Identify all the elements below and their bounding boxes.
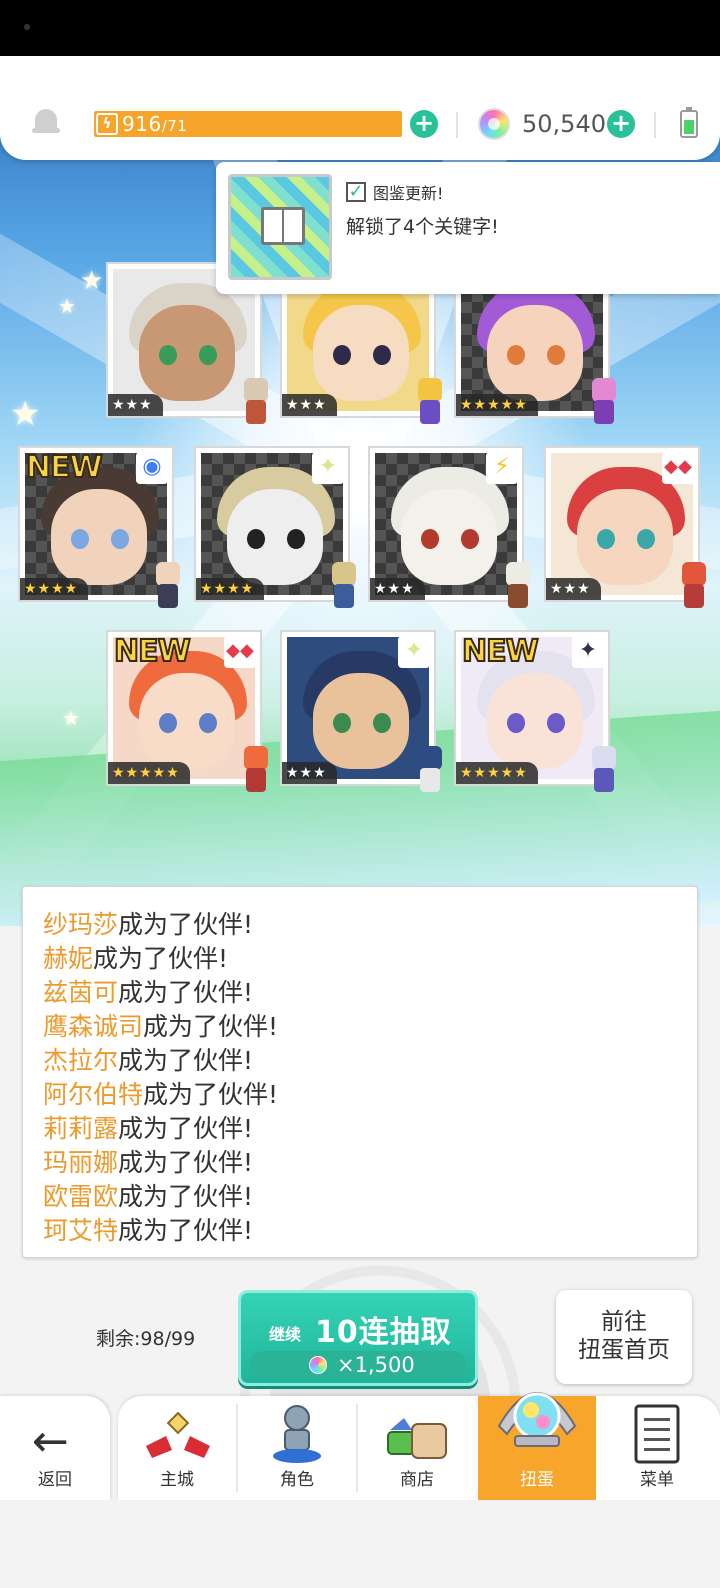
continue-10-pull-button[interactable]: 继续 10连抽取 ×1,500 (238, 1290, 478, 1386)
character-card[interactable]: ✦ ★★★★ (194, 446, 356, 608)
rarity-stars: ★★★ (282, 762, 337, 784)
element-icon: ◆◆ (224, 636, 256, 668)
gem-icon (478, 108, 510, 140)
acquisition-log[interactable]: 纱玛莎成为了伙伴! 赫妮成为了伙伴! 兹茵可成为了伙伴! 鹰森诚司成为了伙伴! … (22, 886, 698, 1258)
character-card[interactable]: ✦ ★★★ (280, 630, 442, 792)
element-icon: ◆◆ (662, 452, 694, 484)
character-card[interactable]: NEW ✦ ★★★★★ (454, 630, 616, 792)
tab-gacha[interactable]: 扭蛋 (478, 1392, 596, 1500)
gacha-orb-icon (497, 1392, 577, 1447)
lightning-icon: ϟ (96, 113, 118, 135)
character-card[interactable]: ⚡ ★★★ (368, 446, 530, 608)
tab-shop[interactable]: 商店 (358, 1396, 476, 1500)
character-sprite (410, 746, 450, 798)
log-line: 莉莉露成为了伙伴! (43, 1114, 254, 1143)
character-sprite (498, 562, 538, 614)
resource-bar: ϟ 916/71 + 50,540 + (0, 56, 720, 160)
character-sprite (584, 378, 624, 430)
sparkle-icon: ★ (62, 706, 80, 730)
tab-town[interactable]: 主城 (118, 1396, 236, 1500)
character-card[interactable]: NEW ◉ ★★★★ (18, 446, 180, 608)
codex-thumbnail (228, 174, 332, 280)
toast-message: 解锁了4个关键字! (346, 216, 499, 238)
book-icon (261, 207, 305, 245)
add-stamina-button[interactable]: + (410, 110, 438, 138)
codex-update-toast[interactable]: ✓ 图鉴更新! 解锁了4个关键字! (216, 162, 720, 294)
log-line: 赫妮成为了伙伴! (43, 944, 229, 973)
character-sprite (236, 378, 276, 430)
rarity-stars: ★★★★★ (456, 762, 538, 784)
menu-list-icon (634, 1404, 680, 1464)
log-line: 玛丽娜成为了伙伴! (43, 1148, 254, 1177)
element-icon: ◉ (136, 452, 168, 484)
status-bar (0, 0, 720, 56)
character-card[interactable]: ◆◆ ★★★ (544, 446, 706, 608)
new-badge: NEW (461, 633, 540, 670)
element-icon: ✦ (312, 452, 344, 484)
log-line: 欧雷欧成为了伙伴! (43, 1182, 254, 1211)
character-sprite (148, 562, 188, 614)
pull-label: 10连抽取 (315, 1315, 452, 1350)
rarity-stars: ★★★★★ (108, 762, 190, 784)
rarity-stars: ★★★★ (196, 578, 265, 600)
character-sprite (236, 746, 276, 798)
rarity-stars: ★★★ (546, 578, 601, 600)
stamina-bar: ϟ 916/71 (94, 111, 402, 137)
rarity-stars: ★★★★★ (456, 394, 538, 416)
sparkle-icon: ★ (58, 294, 76, 318)
log-line: 鹰森诚司成为了伙伴! (43, 1012, 279, 1041)
stamina-value: 916/71 (122, 112, 188, 136)
rarity-stars: ★★★ (370, 578, 425, 600)
new-badge: NEW (25, 449, 104, 486)
checkbox-icon: ✓ (346, 182, 366, 202)
pull-cost: ×1,500 (249, 1351, 467, 1379)
back-arrow-icon: ← (32, 1416, 69, 1467)
log-line: 阿尔伯特成为了伙伴! (43, 1080, 279, 1109)
tab-menu[interactable]: 菜单 (598, 1396, 716, 1500)
rarity-stars: ★★★ (282, 394, 337, 416)
shop-icon (387, 1418, 447, 1459)
new-badge: NEW (113, 633, 192, 670)
gem-icon (309, 1356, 327, 1374)
gacha-result-screen: ★ ★ ★ ★ ϟ 916/71 + 50,540 + ✓ 图鉴更新! 解锁了4… (0, 56, 720, 1588)
back-button[interactable]: ← 返回 (0, 1396, 110, 1500)
gem-count: 50,540 (522, 110, 606, 138)
element-icon: ✦ (398, 636, 430, 668)
add-gems-button[interactable]: + (607, 110, 635, 138)
bell-icon[interactable] (32, 106, 60, 136)
rarity-stars: ★★★★ (20, 578, 89, 600)
log-line: 杰拉尔成为了伙伴! (43, 1046, 254, 1075)
log-line: 纱玛莎成为了伙伴! (43, 910, 254, 939)
element-icon: ⚡ (486, 452, 518, 484)
sparkle-icon: ★ (80, 266, 104, 296)
nav-tabs: 主城 角色 商店 扭蛋 菜单 (118, 1392, 720, 1500)
battery-icon (680, 107, 698, 138)
remaining-count: 剩余:98/99 (96, 1328, 196, 1350)
bottom-nav: ← 返回 主城 角色 商店 扭蛋 菜单 (0, 1392, 720, 1500)
log-line: 兹茵可成为了伙伴! (43, 978, 254, 1007)
character-sprite (324, 562, 364, 614)
rarity-stars: ★★★ (108, 394, 163, 416)
sparkle-icon: ★ (10, 394, 41, 434)
continue-label: 继续 (269, 1325, 302, 1344)
character-sprite (674, 562, 714, 614)
character-icon (273, 1405, 321, 1463)
system-nav-area (0, 1500, 720, 1588)
character-sprite (584, 746, 624, 798)
town-icon (146, 1411, 210, 1458)
log-line: 珂艾特成为了伙伴! (43, 1216, 254, 1245)
character-card[interactable]: NEW ◆◆ ★★★★★ (106, 630, 268, 792)
element-icon: ✦ (572, 636, 604, 668)
toast-title: 图鉴更新! (373, 184, 444, 203)
tab-characters[interactable]: 角色 (238, 1396, 356, 1500)
character-sprite (410, 378, 450, 430)
